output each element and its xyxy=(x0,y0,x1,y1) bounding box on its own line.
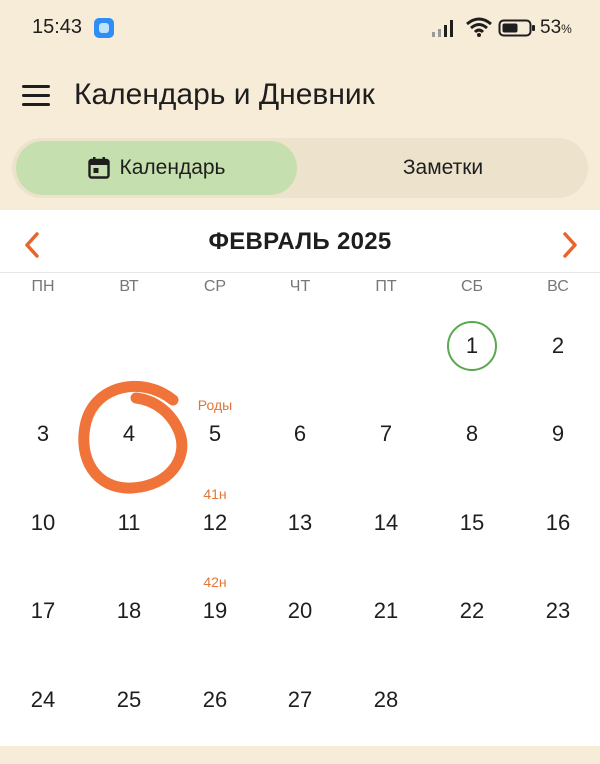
menu-icon[interactable] xyxy=(22,83,52,107)
day-cell[interactable]: 3 xyxy=(0,414,86,454)
status-time: 15:43 xyxy=(32,16,83,38)
signal-icon xyxy=(432,20,453,37)
weekday-label: ПН xyxy=(31,278,55,295)
day-cell[interactable]: 5 xyxy=(172,414,258,454)
day-cell[interactable]: 24 xyxy=(0,680,86,720)
day-cell[interactable]: 21 xyxy=(343,591,429,631)
status-bar: 15:43 53% xyxy=(0,0,600,56)
day-cell[interactable]: 27 xyxy=(257,680,343,720)
day-cell[interactable]: 25 xyxy=(86,680,172,720)
calendar-view: ФЕВРАЛЬ 2025 ПН ВТ СР ЧТ ПТ СБ ВС 1 2 3 4 5 Роды 6 7 8 9… xyxy=(0,210,600,746)
weekday-label: СБ xyxy=(460,278,484,295)
day-cell[interactable]: 13 xyxy=(257,503,343,543)
battery-percent: 53% xyxy=(540,17,572,38)
day-cell[interactable]: 14 xyxy=(343,503,429,543)
day-note: Роды xyxy=(197,397,233,413)
day-cell[interactable]: 4 xyxy=(86,414,172,454)
wifi-icon xyxy=(466,17,492,37)
day-cell[interactable]: 19 xyxy=(172,591,258,631)
day-cell[interactable]: 12 xyxy=(172,503,258,543)
weekday-label: СР xyxy=(203,278,227,295)
day-note: 42н xyxy=(203,574,227,590)
header-divider xyxy=(0,272,600,273)
day-cell[interactable]: 8 xyxy=(429,414,515,454)
weekday-label: ВС xyxy=(547,278,569,295)
day-cell[interactable]: 15 xyxy=(429,503,515,543)
weekday-label: ЧТ xyxy=(289,278,311,295)
day-cell[interactable]: 18 xyxy=(86,591,172,631)
day-cell[interactable]: 26 xyxy=(172,680,258,720)
month-title: ФЕВРАЛЬ 2025 xyxy=(208,228,392,255)
view-tabs: Календарь Заметки xyxy=(12,138,588,198)
day-cell[interactable]: 23 xyxy=(515,591,600,631)
bottom-area xyxy=(0,746,600,764)
day-cell[interactable]: 1 xyxy=(429,326,515,366)
calendar-icon xyxy=(87,157,110,179)
day-cell[interactable]: 6 xyxy=(257,414,343,454)
day-cell[interactable]: 17 xyxy=(0,591,86,631)
day-cell[interactable]: 2 xyxy=(515,326,600,366)
day-cell[interactable]: 9 xyxy=(515,414,600,454)
tab-calendar[interactable]: Календарь xyxy=(16,141,297,195)
day-note: 41н xyxy=(203,486,227,502)
day-cell[interactable]: 28 xyxy=(343,680,429,720)
tab-calendar-label: Календарь xyxy=(119,156,226,179)
app-notification-icon xyxy=(94,18,114,38)
next-month-icon[interactable] xyxy=(554,230,584,260)
weekday-label: ПТ xyxy=(375,278,397,295)
day-cell[interactable]: 20 xyxy=(257,591,343,631)
tab-notes-label: Заметки xyxy=(402,156,484,179)
day-cell[interactable]: 11 xyxy=(86,503,172,543)
battery-icon xyxy=(498,19,535,37)
app-title: Календарь и Дневник xyxy=(74,78,375,111)
day-cell[interactable]: 7 xyxy=(343,414,429,454)
tab-notes[interactable]: Заметки xyxy=(302,141,584,195)
day-cell[interactable]: 16 xyxy=(515,503,600,543)
weekday-label: ВТ xyxy=(119,278,139,295)
day-cell[interactable]: 22 xyxy=(429,591,515,631)
day-cell[interactable]: 10 xyxy=(0,503,86,543)
